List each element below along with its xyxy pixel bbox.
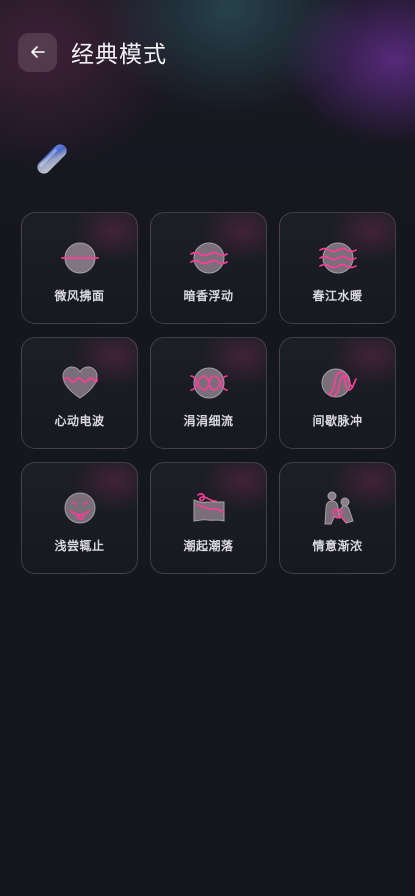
- triple-wave-icon: [318, 242, 357, 274]
- mode-label: 间歇脉冲: [312, 414, 363, 428]
- top-bar: 经典模式: [18, 32, 167, 72]
- mode-card-pulse[interactable]: 间歇脉冲: [279, 337, 396, 449]
- mode-label: 暗香浮动: [183, 289, 234, 303]
- mode-label: 微风拂面: [54, 289, 105, 303]
- mode-card-trickle[interactable]: 涓涓细流: [150, 337, 267, 449]
- pulse-s-curve-icon: [321, 368, 357, 398]
- mode-label: 春江水暖: [312, 289, 363, 303]
- mode-card-fragrance[interactable]: 暗香浮动: [150, 212, 267, 324]
- couple-hearts-icon: [323, 491, 354, 525]
- mode-grid: 微风拂面 暗香浮动 春江水暖 心动电波 涓涓细流 间歇脉冲 浅尝辄止 潮起潮落 …: [21, 212, 396, 574]
- heart-wave-icon: [61, 366, 98, 399]
- arrow-left-icon: [30, 46, 45, 58]
- mode-label: 心动电波: [54, 414, 105, 428]
- mode-card-heartbeat[interactable]: 心动电波: [21, 337, 138, 449]
- mode-label: 涓涓细流: [183, 414, 234, 428]
- page-title: 经典模式: [71, 42, 167, 68]
- mode-card-taste[interactable]: 浅尝辄止: [21, 462, 138, 574]
- mode-card-affection[interactable]: 情意渐浓: [279, 462, 396, 574]
- mode-label: 潮起潮落: [183, 539, 234, 553]
- mode-label: 浅尝辄止: [54, 539, 105, 553]
- mode-card-spring-river[interactable]: 春江水暖: [279, 212, 396, 324]
- back-button[interactable]: [18, 32, 57, 72]
- double-wave-icon: [189, 242, 228, 274]
- dna-helix-icon: [189, 367, 228, 399]
- mode-card-breeze[interactable]: 微风拂面: [21, 212, 138, 324]
- tide-flag-icon: [193, 493, 225, 522]
- breeze-line-icon: [60, 242, 99, 274]
- toy-capsule-icon: [37, 144, 67, 174]
- mode-card-tide[interactable]: 潮起潮落: [150, 462, 267, 574]
- tongue-face-icon: [64, 492, 95, 524]
- mode-label: 情意渐浓: [312, 539, 363, 553]
